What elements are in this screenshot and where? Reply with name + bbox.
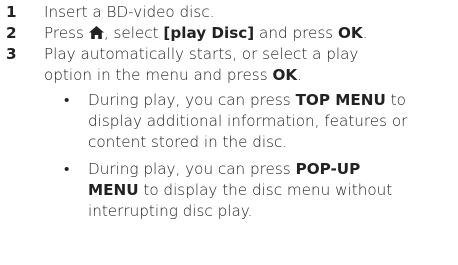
step-1: 1 Insert a BD-video disc. <box>0 2 458 23</box>
home-icon <box>88 24 104 45</box>
play-disc-option: [play Disc] <box>163 24 255 42</box>
step-number: 1 <box>6 3 17 21</box>
ok-key: OK <box>338 24 363 42</box>
bullet-item-popup-menu: • During play, you can press POP-UP MENU … <box>64 159 458 222</box>
step-2-end: . <box>362 24 368 42</box>
step-number: 2 <box>6 24 17 42</box>
step-3-line-2: option in the menu and press OK. <box>44 65 458 86</box>
step-3-line-2-text: option in the menu and press <box>44 66 273 84</box>
step-text: Insert a BD-video disc. <box>44 2 458 23</box>
step-3-end: . <box>297 66 302 84</box>
step-2: 2 Press , select [play Disc] and press O… <box>0 23 458 45</box>
bullet-text: During play, you can press POP-UP MENU to… <box>88 159 458 222</box>
step-2-after-icon: , select <box>103 24 164 42</box>
step-number: 3 <box>6 45 17 63</box>
top-menu-key: TOP MENU <box>295 91 386 109</box>
popup-key: POP-UP <box>295 160 361 178</box>
bullet-dot: • <box>64 91 70 109</box>
step-3-line-1: Play automatically starts, or select a p… <box>44 45 359 63</box>
bullet-1-pre: During play, you can press <box>88 91 296 109</box>
bullet-dot: • <box>64 160 70 178</box>
step-2-press: Press <box>44 24 89 42</box>
menu-key: MENU <box>88 181 139 199</box>
step-2-and-press: and press <box>254 24 338 42</box>
bullet-text: During play, you can press TOP MENU to d… <box>88 90 458 153</box>
bullet-item-top-menu: • During play, you can press TOP MENU to… <box>64 90 458 153</box>
step-3: 3 Play automatically starts, or select a… <box>0 44 458 86</box>
step-text: Play automatically starts, or select a p… <box>44 44 458 86</box>
ok-key: OK <box>272 66 298 84</box>
bullet-2-pre: During play, you can press <box>88 160 296 178</box>
step-1-text: Insert a BD-video disc. <box>44 3 215 21</box>
step-text: Press , select [play Disc] and press OK. <box>44 23 458 45</box>
